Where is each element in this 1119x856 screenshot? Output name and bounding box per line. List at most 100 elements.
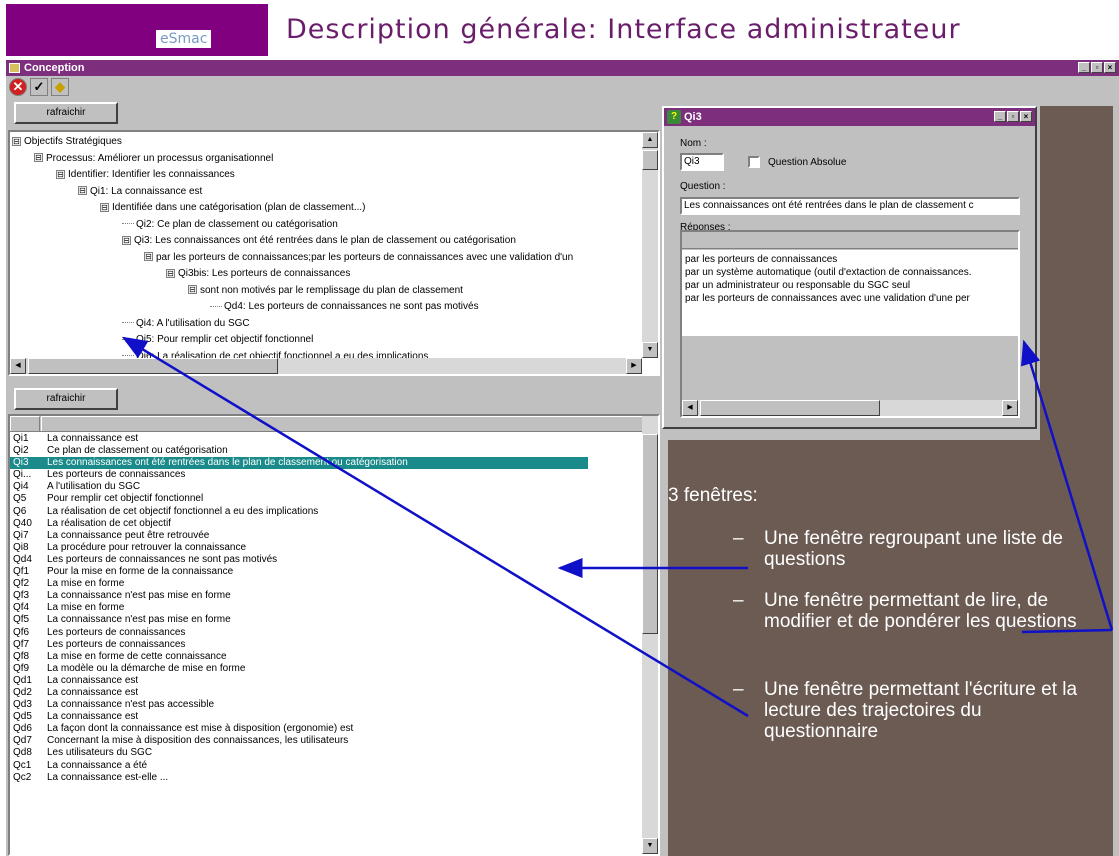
tree-hscroll[interactable]: ◀ ▶ <box>10 358 642 374</box>
tree-refresh-button[interactable]: rafraichir <box>14 102 118 124</box>
tree-item[interactable]: Qd4: Les porteurs de connaissances ne so… <box>12 299 573 316</box>
close-red-icon[interactable]: ✕ <box>9 78 27 96</box>
collapse-toggle-icon[interactable]: ⊟ <box>166 268 175 278</box>
tree-item[interactable]: ⊟ Identifiée dans une catégorisation (pla… <box>12 200 573 217</box>
question-row[interactable]: Qi3 Les connaissances ont été rentrées da… <box>10 457 588 470</box>
id-column-header[interactable] <box>10 416 40 431</box>
question-text: Les porteurs de connaissances <box>47 469 186 481</box>
scroll-right-arrow[interactable]: ▶ <box>626 358 642 374</box>
dialog-minimize-button[interactable]: _ <box>994 111 1006 122</box>
question-row[interactable]: Qf1 Pour la mise en forme de la connaissa… <box>10 566 650 578</box>
question-text: La mise en forme <box>47 602 125 614</box>
tree-item[interactable]: ⊟ Identifier: Identifier les connaissance… <box>12 167 573 184</box>
scroll-thumb-h[interactable] <box>700 400 880 416</box>
question-row[interactable]: Qf6 Les porteurs de connaissances <box>10 627 650 639</box>
question-row[interactable]: Qf7 Les porteurs de connaissances <box>10 639 650 651</box>
question-row[interactable]: Qd4 Les porteurs de connaissances ne sont… <box>10 554 650 566</box>
response-item[interactable]: par un administrateur ou responsable du … <box>685 279 1015 292</box>
question-row[interactable]: Qc1 La connaissance a été <box>10 760 650 772</box>
question-row[interactable]: Qd3 La connaissance n'est pas accessible <box>10 699 650 711</box>
tree-vscroll[interactable]: ▲ ▼ <box>642 132 658 358</box>
question-row[interactable]: Qd5 La connaissance est <box>10 711 650 723</box>
tree-item-label: Qi5: Pour remplir cet objectif fonctionn… <box>136 334 314 345</box>
question-row[interactable]: Qi8 La procédure pour retrouver la connai… <box>10 542 650 554</box>
responses-header[interactable] <box>682 232 1018 249</box>
collapse-toggle-icon[interactable]: ⊟ <box>144 252 153 262</box>
check-icon[interactable]: ✓ <box>30 78 48 96</box>
question-id: Qd2 <box>13 686 32 698</box>
absolute-checkbox[interactable] <box>748 156 760 168</box>
dialog-titlebar: ? Qi3 _ ▫ × <box>664 108 1035 126</box>
tree-item[interactable]: Qi2: Ce plan de classement ou catégorisa… <box>12 217 573 234</box>
question-row[interactable]: Qf8 La mise en forme de cette connaissanc… <box>10 651 650 663</box>
question-row[interactable]: Qi... Les porteurs de connaissances <box>10 469 650 481</box>
scroll-down-arrow[interactable]: ▼ <box>642 838 658 854</box>
nom-label: Nom : <box>680 138 707 149</box>
dialog-title: Qi3 <box>684 111 702 123</box>
tree-item[interactable]: ⊟ Qi3: Les connaissances ont été rentrées… <box>12 233 573 250</box>
collapse-toggle-icon[interactable]: ⊟ <box>56 169 65 179</box>
question-row[interactable]: Qi2 Ce plan de classement ou catégorisati… <box>10 445 650 457</box>
tree-item[interactable]: ⊟ Objectifs Stratégiques <box>12 134 573 151</box>
close-button[interactable]: × <box>1104 62 1116 73</box>
question-row[interactable]: Q6 La réalisation de cet objectif fonctio… <box>10 506 650 518</box>
question-row[interactable]: Qf9 La modèle ou la démarche de mise en f… <box>10 663 650 675</box>
restore-button[interactable]: ▫ <box>1091 62 1103 73</box>
question-field[interactable]: Les connaissances ont été rentrées dans … <box>680 197 1020 215</box>
question-row[interactable]: Q40 La réalisation de cet objectif <box>10 518 650 530</box>
tree-item-label: Objectifs Stratégiques <box>24 136 122 147</box>
collapse-toggle-icon[interactable]: ⊟ <box>78 186 87 196</box>
question-row[interactable]: Qd1 La connaissance est <box>10 675 650 687</box>
responses-hscroll[interactable]: ◀ ▶ <box>682 400 1018 416</box>
response-item[interactable]: par un système automatique (outil d'exta… <box>685 266 1015 279</box>
question-row[interactable]: Qf3 La connaissance n'est pas mise en for… <box>10 590 650 602</box>
tree-item[interactable]: ⊟ par les porteurs de connaissances;par l… <box>12 250 573 267</box>
question-row[interactable]: Qd7 Concernant la mise à disposition des … <box>10 735 650 747</box>
scroll-right-arrow[interactable]: ▶ <box>1002 400 1018 416</box>
scroll-down-arrow[interactable]: ▼ <box>642 342 658 358</box>
nom-field[interactable]: Qi3 <box>680 153 724 171</box>
question-row[interactable]: Qd2 La connaissance est <box>10 687 650 699</box>
tree-item[interactable]: ⊟ sont non motivés par le remplissage du … <box>12 283 573 300</box>
diamond-icon[interactable]: ◆ <box>51 78 69 96</box>
question-row[interactable]: Qd8 Les utilisateurs du SGC <box>10 747 650 759</box>
bullet-3-text: Une fenêtre permettant l'écriture et la … <box>764 679 1078 742</box>
question-text: La connaissance est <box>47 686 139 698</box>
dialog-close-button[interactable]: × <box>1020 111 1032 122</box>
question-row[interactable]: Q5 Pour remplir cet objectif fonctionnel <box>10 493 650 505</box>
tree-item[interactable]: Qi4: A l'utilisation du SGC <box>12 316 573 333</box>
tree-item[interactable]: ⊟ Qi3bis: Les porteurs de connaissances <box>12 266 573 283</box>
tree-connector <box>210 305 222 307</box>
bullet-1-text: Une fenêtre regroupant une liste de ques… <box>764 528 1063 570</box>
question-row[interactable]: Qf2 La mise en forme <box>10 578 650 590</box>
scroll-thumb[interactable] <box>642 434 658 634</box>
question-row[interactable]: Qi1 La connaissance est <box>10 433 650 445</box>
question-row[interactable]: Qc2 La connaissance est-elle ... <box>10 772 650 784</box>
scroll-up-arrow[interactable]: ▲ <box>642 132 658 148</box>
response-item[interactable]: par les porteurs de connaissances <box>685 253 1015 266</box>
collapse-toggle-icon[interactable]: ⊟ <box>188 285 197 295</box>
question-row[interactable]: Qf5 La connaissance n'est pas mise en for… <box>10 614 650 626</box>
list-vscroll[interactable]: ▼ <box>642 416 658 854</box>
collapse-toggle-icon[interactable]: ⊟ <box>122 235 131 245</box>
tree-connector <box>122 355 134 357</box>
dialog-maximize-button[interactable]: ▫ <box>1007 111 1019 122</box>
tree-item[interactable]: ⊟ Qi1: La connaissance est <box>12 184 573 201</box>
text-column-header[interactable] <box>41 416 642 431</box>
minimize-button[interactable]: _ <box>1078 62 1090 73</box>
question-row[interactable]: Qi7 La connaissance peut être retrouvée <box>10 530 650 542</box>
question-row[interactable]: Qi4 A l'utilisation du SGC <box>10 481 650 493</box>
scroll-left-arrow[interactable]: ◀ <box>10 358 26 374</box>
scroll-left-arrow[interactable]: ◀ <box>682 400 698 416</box>
collapse-toggle-icon[interactable]: ⊟ <box>12 136 21 146</box>
tree-item[interactable]: ⊟ Processus: Améliorer un processus organ… <box>12 151 573 168</box>
response-item[interactable]: par les porteurs de connaissances avec u… <box>685 292 1015 305</box>
list-refresh-button[interactable]: rafraichir <box>14 388 118 410</box>
question-row[interactable]: Qf4 La mise en forme <box>10 602 650 614</box>
scroll-thumb-h[interactable] <box>28 358 278 374</box>
collapse-toggle-icon[interactable]: ⊟ <box>100 202 109 212</box>
tree-item[interactable]: Qi5: Pour remplir cet objectif fonctionn… <box>12 332 573 349</box>
scroll-thumb[interactable] <box>642 150 658 170</box>
collapse-toggle-icon[interactable]: ⊟ <box>34 153 43 163</box>
question-row[interactable]: Qd6 La façon dont la connaissance est mis… <box>10 723 650 735</box>
